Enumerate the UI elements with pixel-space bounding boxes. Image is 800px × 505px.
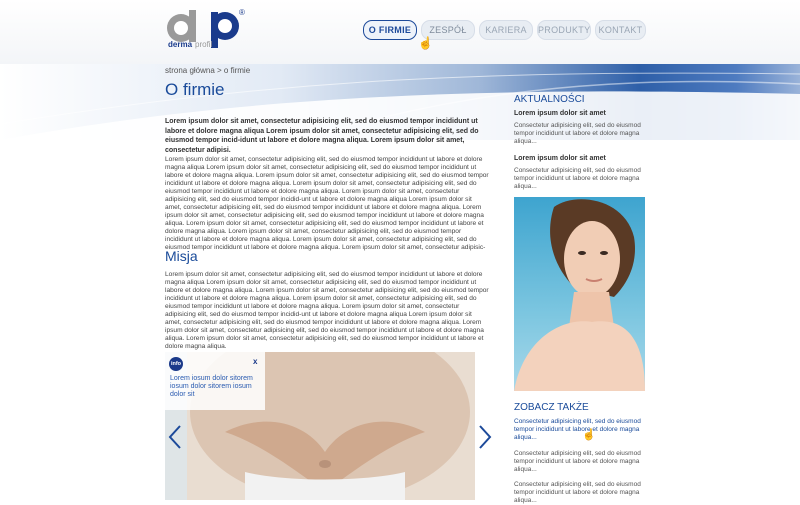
- info-text: Lorem iosum dolor sitorem iosum dolor si…: [170, 375, 253, 398]
- breadcrumb[interactable]: strona główna > o firmie: [165, 66, 250, 75]
- section-title-misja: Misja: [165, 248, 198, 264]
- nav-produkty[interactable]: PRODUKTY: [537, 20, 591, 40]
- chevron-left-icon[interactable]: [166, 424, 184, 450]
- portrait-image: [514, 197, 645, 391]
- nav-kariera[interactable]: KARIERA: [479, 20, 533, 40]
- nav-kontakt[interactable]: KONTAKT: [595, 20, 646, 40]
- nav-o-firmie[interactable]: O FIRMIE: [363, 20, 417, 40]
- info-badge: info: [169, 357, 183, 371]
- see-also-link[interactable]: Consectetur adipisicing elit, sed do eiu…: [514, 418, 642, 442]
- logo-word-derma: derma: [168, 40, 193, 49]
- see-also-heading: ZOBACZ TAKŻE: [514, 402, 589, 413]
- close-icon[interactable]: x: [253, 357, 257, 366]
- hand-cursor-icon: ☝: [418, 36, 433, 50]
- news-item-text: Consectetur adipisicing elit, sed do eiu…: [514, 167, 641, 190]
- page-title: O firmie: [165, 80, 225, 99]
- chevron-right-icon[interactable]: [476, 424, 494, 450]
- news-item-title[interactable]: Lorem ipsum dolor sit amet: [514, 110, 606, 117]
- news-item-text: Consectetur adipisicing elit, sed do eiu…: [514, 122, 641, 145]
- logo-word-profil: profil: [195, 40, 213, 49]
- news-item-title[interactable]: Lorem ipsum dolor sit amet: [514, 155, 606, 162]
- logo-wordmark: derma profil: [168, 40, 212, 49]
- see-also-item[interactable]: Consectetur adipisicing elit, sed do eiu…: [514, 481, 642, 505]
- portrait-illustration: [514, 199, 645, 391]
- logo[interactable]: derma profil ®: [165, 8, 255, 52]
- hand-cursor-icon: ☝: [582, 429, 596, 441]
- intro-paragraph: Lorem ipsum dolor sit amet, consectetur …: [165, 118, 479, 154]
- see-also-item[interactable]: Consectetur adipisicing elit, sed do eiu…: [514, 450, 642, 474]
- body-paragraph-2: Lorem ipsum dolor sit amet, consectetur …: [165, 271, 489, 350]
- body-paragraph-1: Lorem ipsum dolor sit amet, consectetur …: [165, 156, 489, 251]
- news-heading: AKTUALNOŚCI: [514, 94, 585, 105]
- registered-mark: ®: [239, 8, 245, 17]
